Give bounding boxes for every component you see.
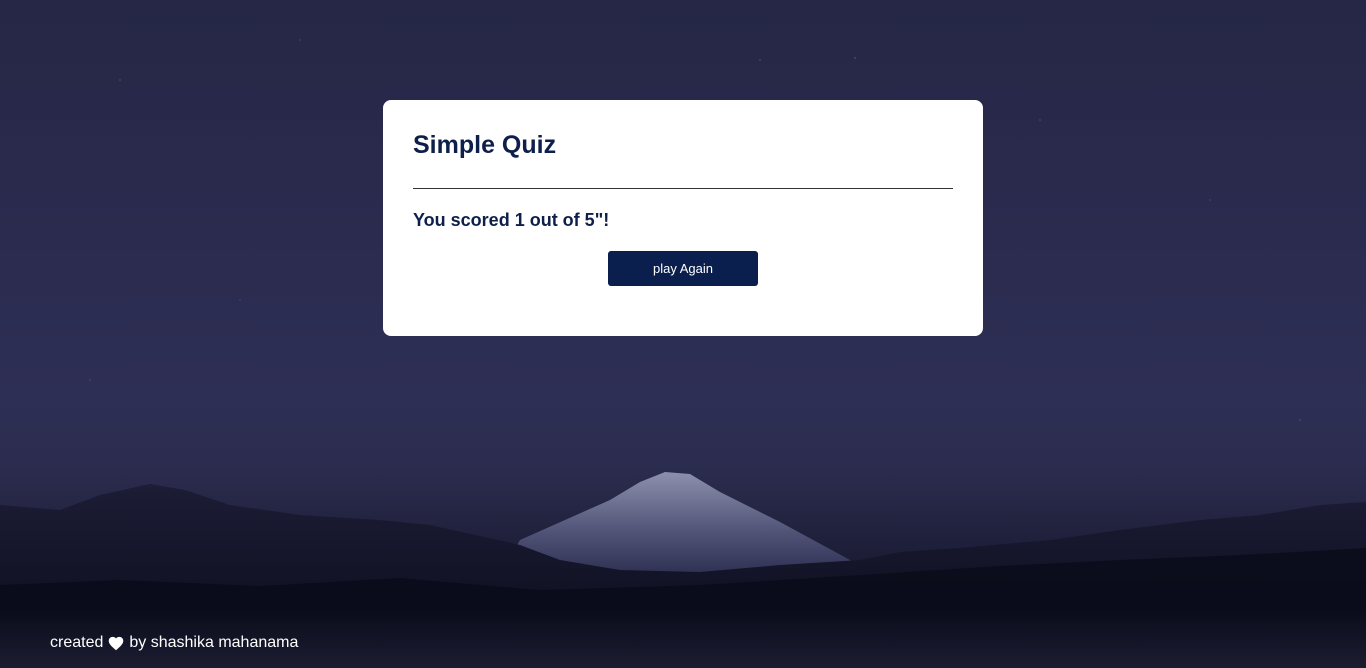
heart-icon [107,635,125,651]
title-divider [413,188,953,189]
footer-created-text: created [50,634,104,651]
score-result: You scored 1 out of 5"! [413,210,610,230]
quiz-title: Simple Quiz [413,131,557,159]
quiz-card: Simple Quiz You scored 1 out of 5"! play… [383,100,983,336]
footer-author-text: by shashika mahanama [129,634,299,651]
footer-credit: created by shashika mahanama [50,633,298,653]
play-again-button[interactable]: play Again [608,251,758,286]
